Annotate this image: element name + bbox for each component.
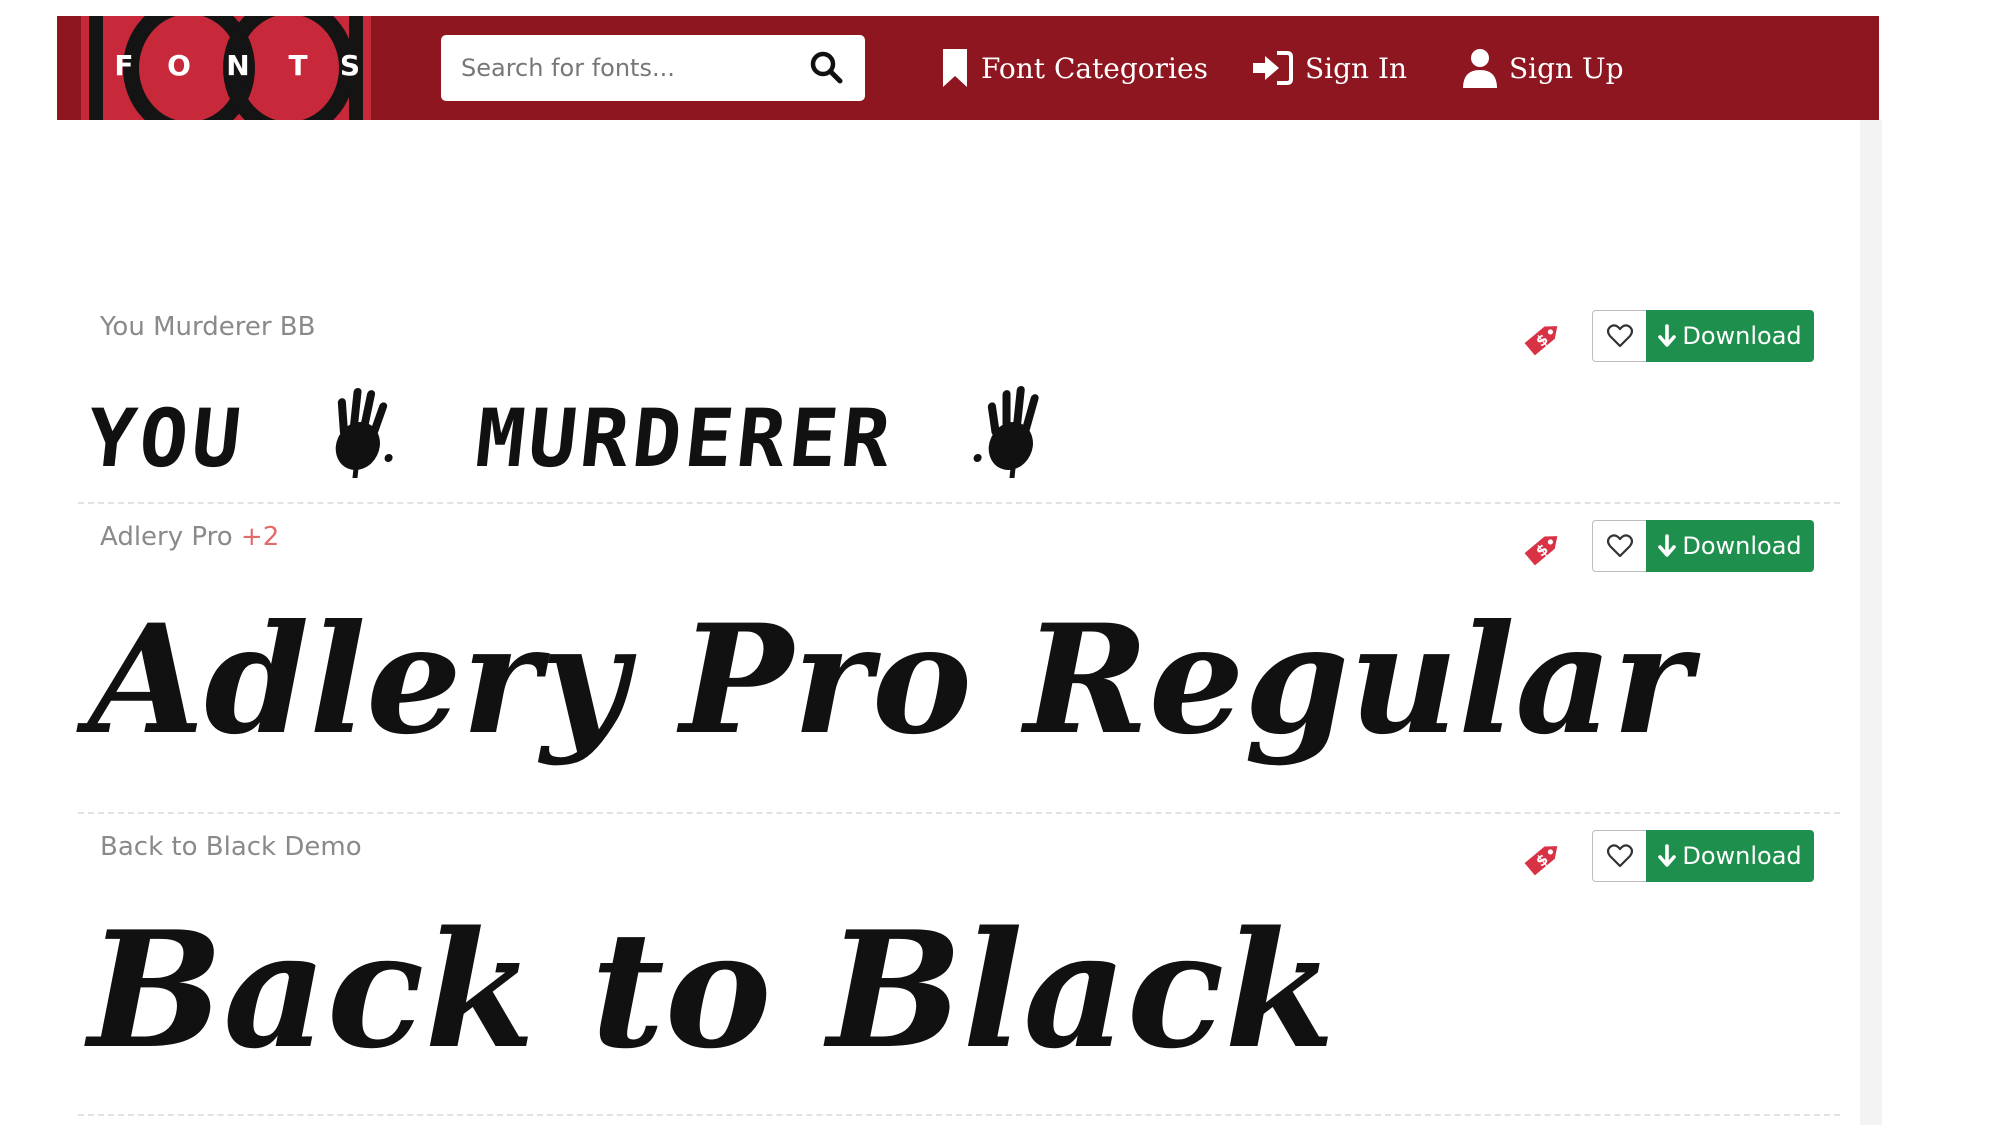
arrow-down-icon (1658, 324, 1677, 348)
font-row: You Murderer BB $ Download YOU MURDERER (78, 300, 1840, 504)
price-tag-icon[interactable]: $ (1518, 835, 1566, 883)
favorite-button[interactable] (1592, 830, 1646, 882)
sign-in-icon (1253, 51, 1293, 85)
page: F O N T S Font Categories (0, 0, 2000, 1125)
heart-icon (1607, 534, 1633, 558)
font-name-link[interactable]: You Murderer BB (100, 312, 315, 342)
font-preview[interactable]: YOU MURDERER (82, 380, 1080, 490)
heart-icon (1607, 324, 1633, 348)
nav-label: Sign In (1305, 51, 1408, 85)
font-row: Adlery Pro +2 $ Download Adlery Pro Regu… (78, 510, 1840, 814)
arrow-down-icon (1658, 534, 1677, 558)
search-icon[interactable] (807, 48, 847, 88)
nav-label: Font Categories (981, 51, 1208, 85)
site-logo[interactable]: F O N T S (81, 16, 371, 120)
download-button[interactable]: Download (1646, 830, 1814, 882)
logo-letter: N (226, 49, 250, 82)
logo-letter: F (114, 49, 134, 82)
logo-wordmark: F O N T S (81, 16, 371, 120)
logo-letter: T (288, 49, 308, 82)
logo-letter: S (339, 49, 361, 82)
arrow-down-icon (1658, 844, 1677, 868)
font-name: You Murderer BB (100, 312, 316, 342)
logo-letter: O (167, 49, 191, 82)
price-tag-icon[interactable]: $ (1518, 525, 1566, 573)
download-button[interactable]: Download (1646, 520, 1814, 572)
font-name: Back to Black Demo (100, 832, 362, 862)
font-variant-count[interactable]: +2 (241, 522, 279, 552)
font-preview[interactable]: Adlery Pro Regular (88, 580, 1691, 780)
favorite-button[interactable] (1592, 310, 1646, 362)
handprint-icon (313, 380, 406, 508)
font-name-link[interactable]: Back to Black Demo (100, 832, 362, 862)
nav-sign-up[interactable]: Sign Up (1463, 46, 1624, 90)
download-label: Download (1682, 532, 1802, 560)
bookmark-icon (941, 49, 969, 87)
nav-sign-in[interactable]: Sign In (1253, 46, 1407, 90)
preview-text: Adlery Pro Regular (88, 592, 1692, 768)
nav-label: Sign Up (1509, 51, 1624, 85)
preview-text: Back to Black (88, 896, 1336, 1084)
search-box (441, 35, 865, 101)
search-input[interactable] (461, 47, 791, 89)
font-name-link[interactable]: Adlery Pro +2 (100, 522, 279, 552)
user-icon (1463, 48, 1497, 88)
favorite-button[interactable] (1592, 520, 1646, 572)
heart-icon (1607, 844, 1633, 868)
handprint-icon (963, 380, 1056, 508)
font-name: Adlery Pro (100, 522, 233, 552)
download-label: Download (1682, 322, 1802, 350)
preview-text: MURDERER (471, 391, 899, 485)
scrollbar-track[interactable] (1860, 120, 1882, 1125)
download-button[interactable]: Download (1646, 310, 1814, 362)
download-label: Download (1682, 842, 1802, 870)
site-header: F O N T S Font Categories (57, 16, 1879, 120)
nav-font-categories[interactable]: Font Categories (941, 46, 1208, 90)
font-preview[interactable]: Back to Black (88, 890, 1335, 1090)
price-tag-icon[interactable]: $ (1518, 315, 1566, 363)
font-row: Back to Black Demo $ Download Back to Bl… (78, 820, 1840, 1116)
preview-text: YOU (82, 391, 250, 485)
